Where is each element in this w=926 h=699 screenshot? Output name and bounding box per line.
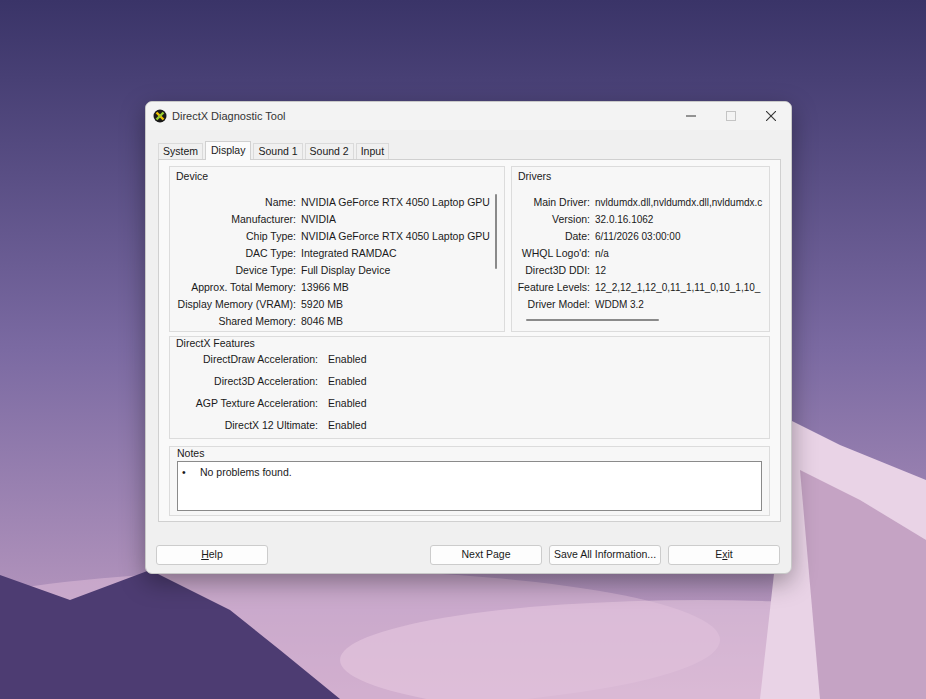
notes-box[interactable]: •No problems found. (177, 461, 762, 511)
dialog-button[interactable]: Save All Information... (549, 545, 661, 565)
driver-row: WHQL Logo'd:n/a (516, 245, 769, 262)
notes-group: Notes •No problems found. (169, 446, 770, 516)
dialog-button[interactable]: Next Page (430, 545, 542, 565)
feature-row: Direct3D Acceleration:Enabled (176, 371, 769, 393)
minimize-icon (686, 111, 696, 121)
dialog-button[interactable]: Help (156, 545, 268, 565)
tab-bar: SystemDisplaySound 1Sound 2Input (158, 140, 791, 159)
drivers-group: Drivers Main Driver:nvldumdx.dll,nvldumdx… (511, 166, 770, 332)
driver-row: Driver Model:WDDM 3.2 (516, 296, 769, 313)
group-title: DirectX Features (176, 337, 769, 349)
tab[interactable]: Sound 1 (253, 143, 302, 159)
scrollbar-thumb[interactable] (526, 319, 659, 321)
device-row: Name:NVIDIA GeForce RTX 4050 Laptop GPU (176, 194, 492, 211)
close-button[interactable] (751, 102, 791, 130)
maximize-button (711, 102, 751, 130)
group-title: Device (176, 169, 504, 183)
device-scrollbar[interactable] (492, 194, 500, 330)
dialog-button[interactable]: Exit (668, 545, 780, 565)
device-row: DAC Type:Integrated RAMDAC (176, 245, 492, 262)
driver-row: Date:6/11/2026 03:00:00 (516, 228, 769, 245)
device-row: Shared Memory:8046 MB (176, 313, 492, 330)
driver-row: Feature Levels:12_2,12_1,12_0,11_1,11_0,… (516, 279, 769, 296)
tab-panel: Device Name:NVIDIA GeForce RTX 4050 Lapto… (158, 159, 781, 522)
driver-row: Direct3D DDI:12 (516, 262, 769, 279)
window-title: DirectX Diagnostic Tool (172, 108, 286, 125)
button-row: Help Next Page Save All Information... Exit (156, 545, 780, 565)
note-item: •No problems found. (182, 465, 757, 479)
desktop: DirectX Diagnostic ToolSystemDisplaySoun… (0, 0, 926, 699)
device-row: Device Type:Full Display Device (176, 262, 492, 279)
tab[interactable]: System (158, 143, 203, 159)
features-group: DirectX FeaturesDirectDraw Acceleration:… (169, 336, 770, 439)
scrollbar-thumb[interactable] (495, 194, 497, 269)
title-bar[interactable]: DirectX Diagnostic Tool (146, 102, 791, 130)
tab[interactable]: Input (356, 143, 389, 159)
group-title: Notes (177, 447, 762, 459)
device-group: Device Name:NVIDIA GeForce RTX 4050 Lapto… (169, 166, 505, 332)
device-row: Display Memory (VRAM):5920 MB (176, 296, 492, 313)
dxdiag-window: DirectX Diagnostic ToolSystemDisplaySoun… (145, 101, 792, 574)
device-row: Manufacturer:NVIDIA (176, 211, 492, 228)
tab[interactable]: Sound 2 (305, 143, 354, 159)
feature-row: DirectDraw Acceleration:Enabled (176, 349, 769, 371)
directx-icon (153, 109, 167, 123)
maximize-icon (726, 111, 736, 121)
minimize-button[interactable] (671, 102, 711, 130)
drivers-scrollbar[interactable] (526, 319, 759, 321)
driver-row: Version:32.0.16.1062 (516, 211, 769, 228)
driver-row: Main Driver:nvldumdx.dll,nvldumdx.dll,nv… (516, 194, 769, 211)
feature-row: DirectX 12 Ultimate:Enabled (176, 415, 769, 437)
device-row: Approx. Total Memory:13966 MB (176, 279, 492, 296)
device-row: Chip Type:NVIDIA GeForce RTX 4050 Laptop… (176, 228, 492, 245)
group-title: Drivers (516, 169, 769, 183)
feature-row: AGP Texture Acceleration:Enabled (176, 393, 769, 415)
tab[interactable]: Display (205, 141, 251, 160)
close-icon (766, 111, 776, 121)
